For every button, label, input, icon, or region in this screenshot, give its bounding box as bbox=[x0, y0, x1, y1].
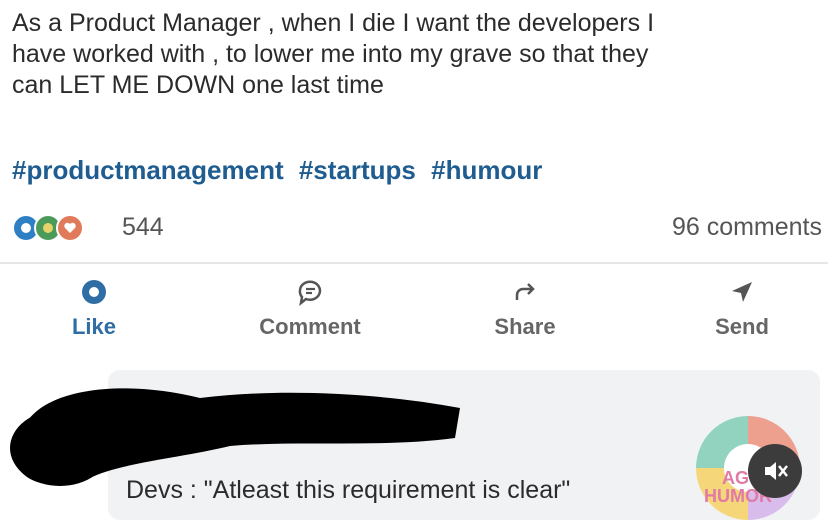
share-icon bbox=[515, 283, 535, 300]
send-button[interactable]: Send bbox=[672, 274, 812, 354]
send-label: Send bbox=[715, 314, 769, 339]
watermark-line1: AG bbox=[722, 468, 749, 488]
reaction-icons[interactable] bbox=[12, 214, 112, 242]
like-label: Like bbox=[71, 314, 117, 339]
hashtag-link[interactable]: #productmanagement bbox=[12, 155, 284, 185]
social-counts-row: 544 96 comments bbox=[12, 212, 822, 244]
divider bbox=[0, 262, 828, 264]
comments-count[interactable]: 96 comments bbox=[672, 213, 822, 242]
like-icon bbox=[82, 280, 106, 304]
hashtag-row: #productmanagement #startups #humour bbox=[12, 155, 550, 186]
love-reaction-icon bbox=[56, 214, 84, 242]
share-button[interactable]: Share bbox=[455, 274, 595, 354]
mute-button[interactable] bbox=[748, 444, 802, 498]
mute-icon bbox=[765, 462, 788, 480]
redaction-scribble bbox=[10, 388, 460, 486]
comment-label: Comment bbox=[259, 314, 361, 339]
post-body: As a Product Manager , when I die I want… bbox=[12, 8, 802, 101]
send-icon bbox=[732, 282, 752, 302]
post-line: can LET ME DOWN one last time bbox=[12, 71, 384, 99]
hashtag-link[interactable]: #startups bbox=[299, 155, 416, 185]
share-label: Share bbox=[494, 314, 556, 339]
reaction-count[interactable]: 544 bbox=[122, 213, 164, 242]
like-button[interactable]: Like bbox=[24, 274, 164, 354]
comment-button[interactable]: Comment bbox=[240, 274, 380, 354]
post-line: have worked with , to lower me into my g… bbox=[12, 40, 649, 68]
action-bar: Like Comment Share Send bbox=[0, 274, 828, 354]
post-line: As a Product Manager , when I die I want… bbox=[12, 9, 655, 37]
hashtag-link[interactable]: #humour bbox=[431, 155, 542, 185]
comment-icon bbox=[298, 280, 322, 306]
